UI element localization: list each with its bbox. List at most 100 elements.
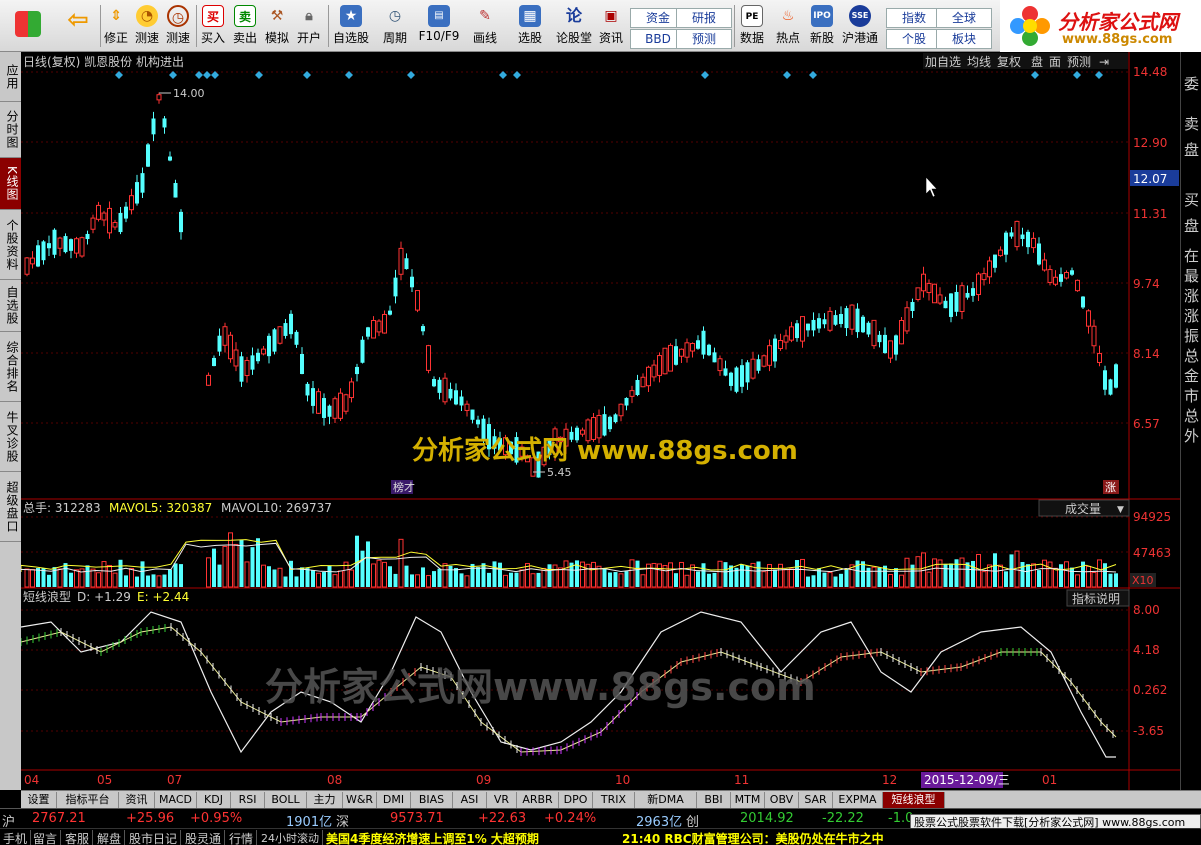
pin-icon[interactable]: ⇥	[1099, 55, 1109, 69]
volume-bar	[674, 573, 678, 587]
clock-button[interactable]: ◷ 测速	[163, 3, 193, 49]
tab-intraday[interactable]: 分时图	[0, 102, 21, 158]
tab-expma[interactable]: EXPMA	[833, 792, 883, 808]
candle	[112, 219, 118, 230]
tab-watchlist[interactable]: 自选股	[0, 280, 21, 332]
fix-button[interactable]: ⇕ 修正	[102, 3, 130, 49]
tab-bbi[interactable]: BBI	[697, 792, 731, 808]
research-button[interactable]: 研报	[676, 8, 732, 28]
tab-bias[interactable]: BIAS	[411, 792, 453, 808]
tab-stock-info[interactable]: 个股资料	[0, 210, 21, 280]
volume-bar	[1086, 565, 1091, 588]
tab-ranking[interactable]: 综合排名	[0, 332, 21, 402]
tab-dpo[interactable]: DPO	[559, 792, 593, 808]
analysis-button[interactable]: 解盘	[94, 830, 126, 845]
candle	[943, 296, 948, 309]
back-button[interactable]: ⇦	[58, 3, 98, 49]
rp-amount: 金	[1183, 367, 1199, 385]
face-button[interactable]: 面	[1049, 55, 1061, 69]
volume-bar	[530, 573, 536, 588]
candle	[783, 329, 789, 350]
tab-super-level[interactable]: 超级盘口	[0, 472, 21, 542]
simulate-button[interactable]: ⚒ 模拟	[262, 3, 292, 49]
tab-macd[interactable]: MACD	[155, 792, 197, 808]
candle	[767, 339, 772, 372]
candle	[459, 390, 464, 412]
chevron-down-icon[interactable]: ▼	[1117, 505, 1124, 515]
ipo-button[interactable]: IPO 新股	[806, 3, 838, 49]
news-ticker-2[interactable]: 21:40 RBC财富管理公司：美股仍处在牛市之中	[622, 830, 884, 845]
volume-bar	[541, 567, 547, 588]
tab-obv[interactable]: OBV	[765, 792, 799, 808]
period-button[interactable]: ◷ 周期	[375, 3, 415, 49]
index-button[interactable]: 指数	[886, 8, 942, 28]
buy-button[interactable]: 买 买入	[198, 3, 228, 49]
grid-button[interactable]	[8, 3, 48, 49]
level-button[interactable]: 盘	[1031, 54, 1043, 69]
tab-设置[interactable]: 设置	[21, 792, 57, 808]
tab-arbr[interactable]: ARBR	[517, 792, 559, 808]
tab-指标平台[interactable]: 指标平台	[57, 792, 119, 808]
tab-w&r[interactable]: W&R	[343, 792, 377, 808]
f10-button[interactable]: ▤ F10/F9	[417, 3, 461, 49]
low-label: 5.45	[547, 466, 572, 479]
candle	[894, 334, 898, 361]
tab-kdj[interactable]: KDJ	[197, 792, 231, 808]
watchlist-button[interactable]: ★ 自选股	[330, 3, 372, 49]
tab-新dma[interactable]: 新DMA	[635, 792, 697, 808]
speed-test-button[interactable]: ◔ 测速	[132, 3, 162, 49]
volume-bar	[954, 559, 959, 587]
tab-短线浪型[interactable]: 短线浪型	[883, 792, 945, 808]
tab-资讯[interactable]: 资讯	[119, 792, 155, 808]
hk-connect-button[interactable]: SSE 沪港通	[840, 3, 880, 49]
hot-button[interactable]: ♨ 热点	[772, 3, 804, 49]
news-button[interactable]: ▣ 资讯	[596, 3, 626, 49]
mobile-button[interactable]: 手机	[0, 830, 32, 845]
volume-bar	[217, 564, 222, 587]
stock-select-button[interactable]: ▦ 选股	[508, 3, 552, 49]
sell-button[interactable]: 卖 卖出	[230, 3, 260, 49]
tab-boll[interactable]: BOLL	[265, 792, 307, 808]
global-button[interactable]: 全球	[936, 8, 992, 28]
tab-trix[interactable]: TRIX	[593, 792, 635, 808]
diary-button[interactable]: 股市日记	[126, 830, 182, 845]
tab-app[interactable]: 应用	[0, 52, 21, 102]
quote-button[interactable]: 行情	[226, 830, 258, 845]
news-ticker-1[interactable]: 美国4季度经济增速上调至1% 大超预期	[326, 830, 539, 845]
forum-button[interactable]: 论 论股堂	[554, 3, 594, 49]
tab-vr[interactable]: VR	[487, 792, 517, 808]
volume-bar	[432, 571, 436, 587]
tab-diagnosis[interactable]: 牛叉诊股	[0, 402, 21, 472]
volume-bar	[376, 559, 382, 588]
tab-主力[interactable]: 主力	[307, 792, 343, 808]
sector-button[interactable]: 板块	[936, 29, 992, 49]
volume-bar	[696, 571, 700, 587]
stock-link-button[interactable]: 股灵通	[182, 830, 226, 845]
open-account-button[interactable]: 🔒︎ 开户	[294, 3, 324, 49]
tab-kline[interactable]: K线图	[0, 158, 21, 210]
adjust-button[interactable]: 复权	[997, 55, 1021, 69]
tab-sar[interactable]: SAR	[799, 792, 833, 808]
candle	[806, 323, 810, 337]
service-button[interactable]: 客服	[62, 830, 94, 845]
draw-line-button[interactable]: ✎ 画线	[465, 3, 505, 49]
stock-button[interactable]: 个股	[886, 29, 942, 49]
scroll-24h-button[interactable]: 24小时滚动	[258, 830, 323, 845]
candle	[256, 348, 260, 364]
tab-rsi[interactable]: RSI	[231, 792, 265, 808]
volume-bar	[558, 567, 563, 588]
data-button[interactable]: PE 数据	[736, 3, 768, 49]
volume-bar	[96, 572, 101, 588]
tab-asi[interactable]: ASI	[453, 792, 487, 808]
predict-button[interactable]: 预测	[1067, 55, 1091, 69]
forecast-button[interactable]: 预测	[676, 29, 732, 49]
tab-dmi[interactable]: DMI	[377, 792, 411, 808]
message-button[interactable]: 留言	[30, 830, 62, 845]
volume-bar	[316, 572, 321, 588]
ma-button[interactable]: 均线	[967, 55, 991, 69]
volume-bar	[305, 568, 310, 587]
volume-bar	[1009, 554, 1014, 587]
tab-mtm[interactable]: MTM	[731, 792, 765, 808]
add-watch-button[interactable]: 加自选	[925, 55, 961, 69]
volume-mavol5: MAVOL5: 320387	[109, 501, 212, 515]
